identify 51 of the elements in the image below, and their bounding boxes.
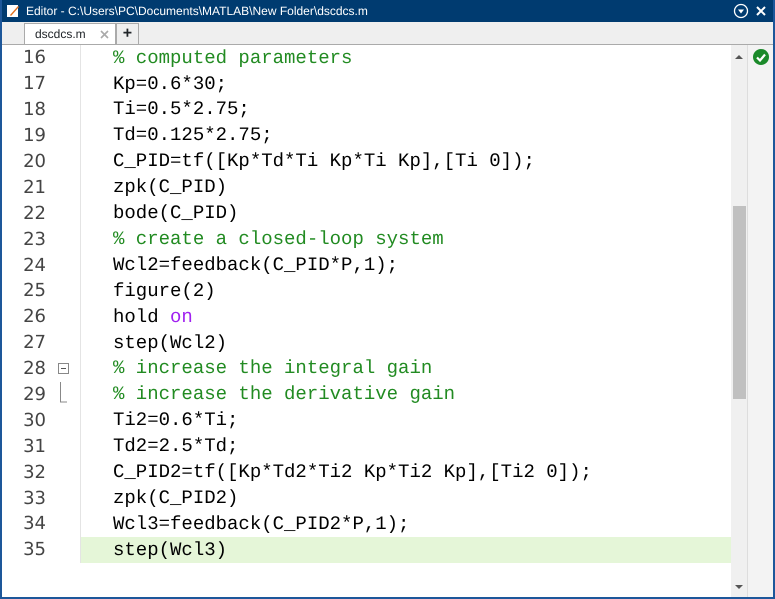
line-number: 27 bbox=[22, 331, 46, 356]
line-number: 35 bbox=[22, 538, 46, 562]
line-number: 20 bbox=[22, 150, 46, 174]
scrollbar[interactable] bbox=[731, 45, 747, 597]
code-line: zpk(C_PID2) bbox=[113, 486, 238, 511]
code-line: bode(C_PID) bbox=[113, 201, 238, 226]
file-tab[interactable]: dscdcs.m bbox=[24, 23, 116, 44]
line-number: 30 bbox=[22, 408, 46, 433]
code-line: Ti2=0.6*Ti; bbox=[113, 408, 238, 434]
code-line: % computed parameters bbox=[113, 46, 352, 71]
line-number: 32 bbox=[22, 460, 46, 485]
code-line: Td2=2.5*Td; bbox=[113, 434, 238, 460]
line-number: 18 bbox=[22, 98, 46, 122]
line-number: 31 bbox=[22, 434, 46, 459]
line-number: 29 bbox=[22, 383, 46, 408]
scrollbar-thumb[interactable] bbox=[733, 206, 746, 399]
code-line: hold on bbox=[113, 304, 193, 330]
code-line: step(Wcl3) bbox=[113, 538, 228, 563]
line-number: 22 bbox=[22, 202, 46, 226]
code-line: C_PID2=tf([Kp*Td2*Ti2 Kp*Ti2 Kp],[Ti2 0]); bbox=[113, 460, 592, 485]
line-number: 24 bbox=[22, 254, 46, 278]
scroll-down-icon[interactable] bbox=[734, 583, 744, 591]
code-line: % increase the derivative gain bbox=[113, 382, 456, 408]
code-line: C_PID=tf([Kp*Td*Ti Kp*Ti Kp],[Ti 0]); bbox=[113, 149, 535, 174]
window-title: Editor - C:\Users\PC\Documents\MATLAB\New Folder\dscdcs.m bbox=[26, 3, 369, 20]
code-line: figure(2) bbox=[113, 278, 216, 304]
new-tab-button[interactable]: + bbox=[116, 23, 140, 44]
line-number: 21 bbox=[22, 176, 46, 200]
code-line: Td=0.125*2.75; bbox=[113, 123, 273, 148]
line-number: 34 bbox=[22, 512, 46, 536]
code-line: step(Wcl2) bbox=[113, 330, 228, 356]
line-number: 26 bbox=[22, 305, 46, 330]
code-line: zpk(C_PID) bbox=[113, 175, 228, 200]
code-line: Wcl2=feedback(C_PID*P,1); bbox=[113, 252, 398, 278]
line-number: 25 bbox=[22, 279, 46, 304]
code-line: Wcl3=feedback(C_PID2*P,1); bbox=[113, 512, 410, 537]
collapse-icon[interactable] bbox=[58, 363, 68, 374]
code-line: Kp=0.6*30; bbox=[113, 72, 228, 97]
line-number: 23 bbox=[22, 228, 46, 252]
code-line: % create a closed-loop system bbox=[113, 226, 444, 252]
pencil-icon bbox=[6, 4, 20, 18]
check-icon bbox=[752, 49, 768, 65]
dropdown-icon[interactable] bbox=[733, 3, 749, 19]
line-number: 17 bbox=[22, 72, 46, 96]
line-number: 16 bbox=[22, 46, 46, 70]
line-number: 19 bbox=[22, 124, 46, 148]
line-number: 28 bbox=[22, 357, 46, 382]
line-number: 33 bbox=[22, 486, 46, 511]
scroll-up-icon[interactable] bbox=[734, 53, 744, 61]
code-line: Ti=0.5*2.75; bbox=[113, 97, 250, 122]
code-line: % increase the integral gain bbox=[113, 356, 432, 382]
